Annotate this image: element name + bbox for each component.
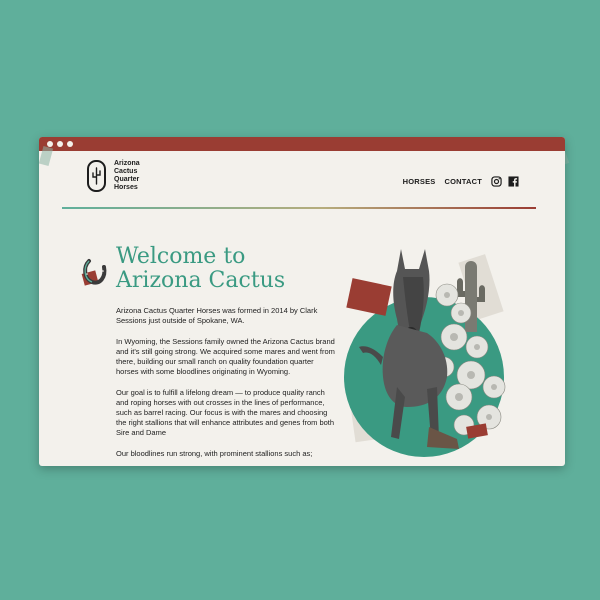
window-minimize-dot[interactable]: [57, 141, 63, 147]
horse-cactus-collage: [344, 249, 506, 457]
window-maximize-dot[interactable]: [67, 141, 73, 147]
browser-window: Arizona Cactus Quarter Horses HORSES CON…: [39, 137, 565, 466]
horseshoe-icon: [81, 259, 107, 286]
facebook-icon[interactable]: [508, 176, 519, 187]
intro-text: Arizona Cactus Quarter Horses was formed…: [116, 306, 336, 466]
intro-paragraph: Our bloodlines run strong, with prominen…: [116, 449, 313, 458]
page-title: Welcome to Arizona Cactus: [116, 245, 326, 293]
logo-text: Arizona Cactus Quarter Horses: [114, 160, 154, 192]
cactus-icon: [87, 160, 106, 192]
intro-paragraph: Our goal is to fulfill a lifelong dream …: [116, 388, 335, 437]
logo-line: Cactus: [114, 168, 138, 175]
logo-line: Arizona: [114, 160, 140, 167]
page-title-line: Welcome to: [116, 244, 246, 269]
page-title-line: Arizona Cactus: [116, 268, 286, 293]
nav-contact-link[interactable]: CONTACT: [444, 177, 482, 186]
nav-horses-link[interactable]: HORSES: [403, 177, 436, 186]
main-nav: HORSES CONTACT: [403, 176, 519, 187]
header-divider: [62, 207, 536, 209]
window-titlebar: [39, 137, 565, 151]
logo-line: Quarter: [114, 176, 140, 183]
site-logo[interactable]: Arizona Cactus Quarter Horses: [87, 160, 154, 192]
intro-paragraph: In Wyoming, the Sessions family owned th…: [116, 337, 335, 376]
intro-paragraph: Arizona Cactus Quarter Horses was formed…: [116, 306, 318, 325]
window-close-dot[interactable]: [47, 141, 53, 147]
logo-line: Horses: [114, 184, 138, 191]
instagram-icon[interactable]: [491, 176, 502, 187]
